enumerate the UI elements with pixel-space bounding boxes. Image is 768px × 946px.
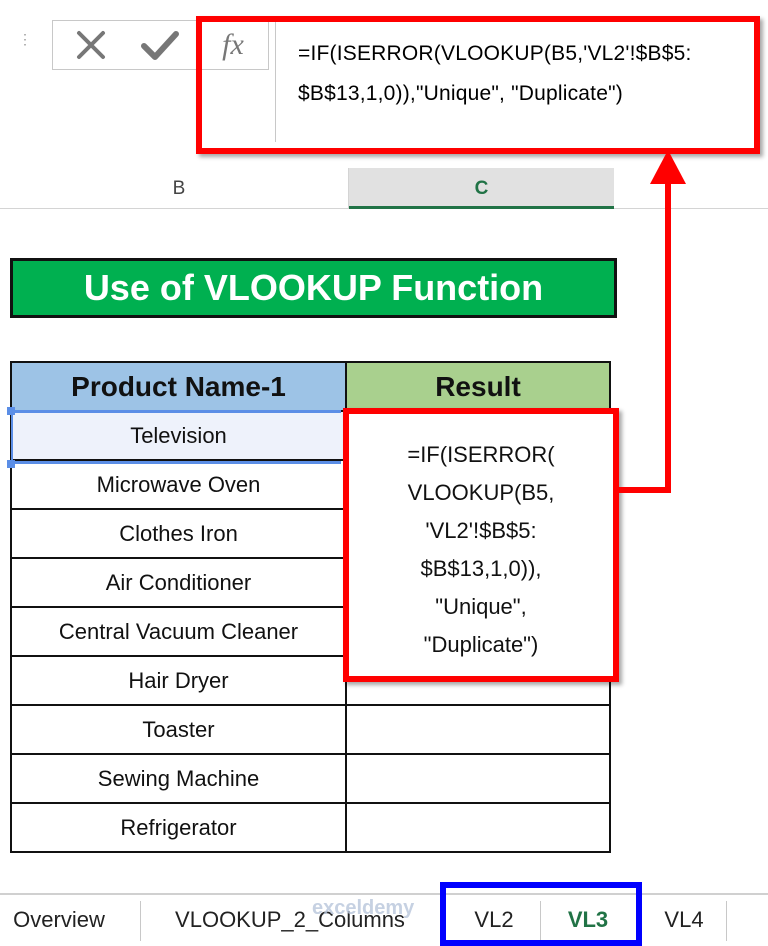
tab-divider — [140, 901, 141, 941]
sheet-tab-bar: Overview VLOOKUP_2_Columns exceldemy VL2… — [0, 893, 768, 944]
table-row: Toaster — [10, 704, 611, 755]
header-result[interactable]: Result — [345, 361, 611, 412]
arrow-connector-icon — [614, 150, 686, 493]
cell-formula-text: =IF(ISERROR( VLOOKUP(B5, 'VL2'!$B$5: $B$… — [407, 442, 555, 657]
tab-divider — [726, 901, 727, 941]
result-cell[interactable] — [345, 802, 611, 853]
formula-bar-grip-icon[interactable]: ⋮ — [18, 32, 32, 46]
watermark-logo: exceldemy — [312, 897, 415, 919]
table-header-row: Product Name-1 Result — [10, 361, 611, 412]
table-row: Sewing Machine — [10, 753, 611, 804]
check-icon[interactable] — [135, 21, 185, 69]
x-icon[interactable] — [67, 21, 115, 69]
range-handle[interactable] — [7, 407, 15, 415]
product-cell[interactable]: Air Conditioner — [10, 557, 347, 608]
product-cell[interactable]: Hair Dryer — [10, 655, 347, 706]
product-cell[interactable]: Refrigerator — [10, 802, 347, 853]
table-row: Refrigerator — [10, 802, 611, 853]
column-header-b[interactable]: B — [10, 168, 349, 209]
result-cell[interactable] — [345, 704, 611, 755]
formula-bar-highlight — [196, 16, 760, 154]
range-handle[interactable] — [7, 460, 15, 468]
product-cell[interactable]: Clothes Iron — [10, 508, 347, 559]
result-cell[interactable] — [345, 753, 611, 804]
active-tabs-highlight — [440, 882, 642, 946]
tab-overview[interactable]: Overview — [0, 895, 118, 944]
reference-highlight-b5 — [11, 410, 341, 464]
column-header-c[interactable]: C — [349, 168, 614, 209]
product-cell[interactable]: Microwave Oven — [10, 459, 347, 510]
product-cell[interactable]: Toaster — [10, 704, 347, 755]
header-product-name[interactable]: Product Name-1 — [10, 361, 347, 412]
sheet-title: Use of VLOOKUP Function — [10, 258, 617, 318]
product-cell[interactable]: Central Vacuum Cleaner — [10, 606, 347, 657]
tab-vl4[interactable]: VL4 — [645, 895, 723, 944]
cell-c5-editor[interactable]: =IF(ISERROR( VLOOKUP(B5, 'VL2'!$B$5: $B$… — [343, 408, 619, 682]
product-cell[interactable]: Sewing Machine — [10, 753, 347, 804]
